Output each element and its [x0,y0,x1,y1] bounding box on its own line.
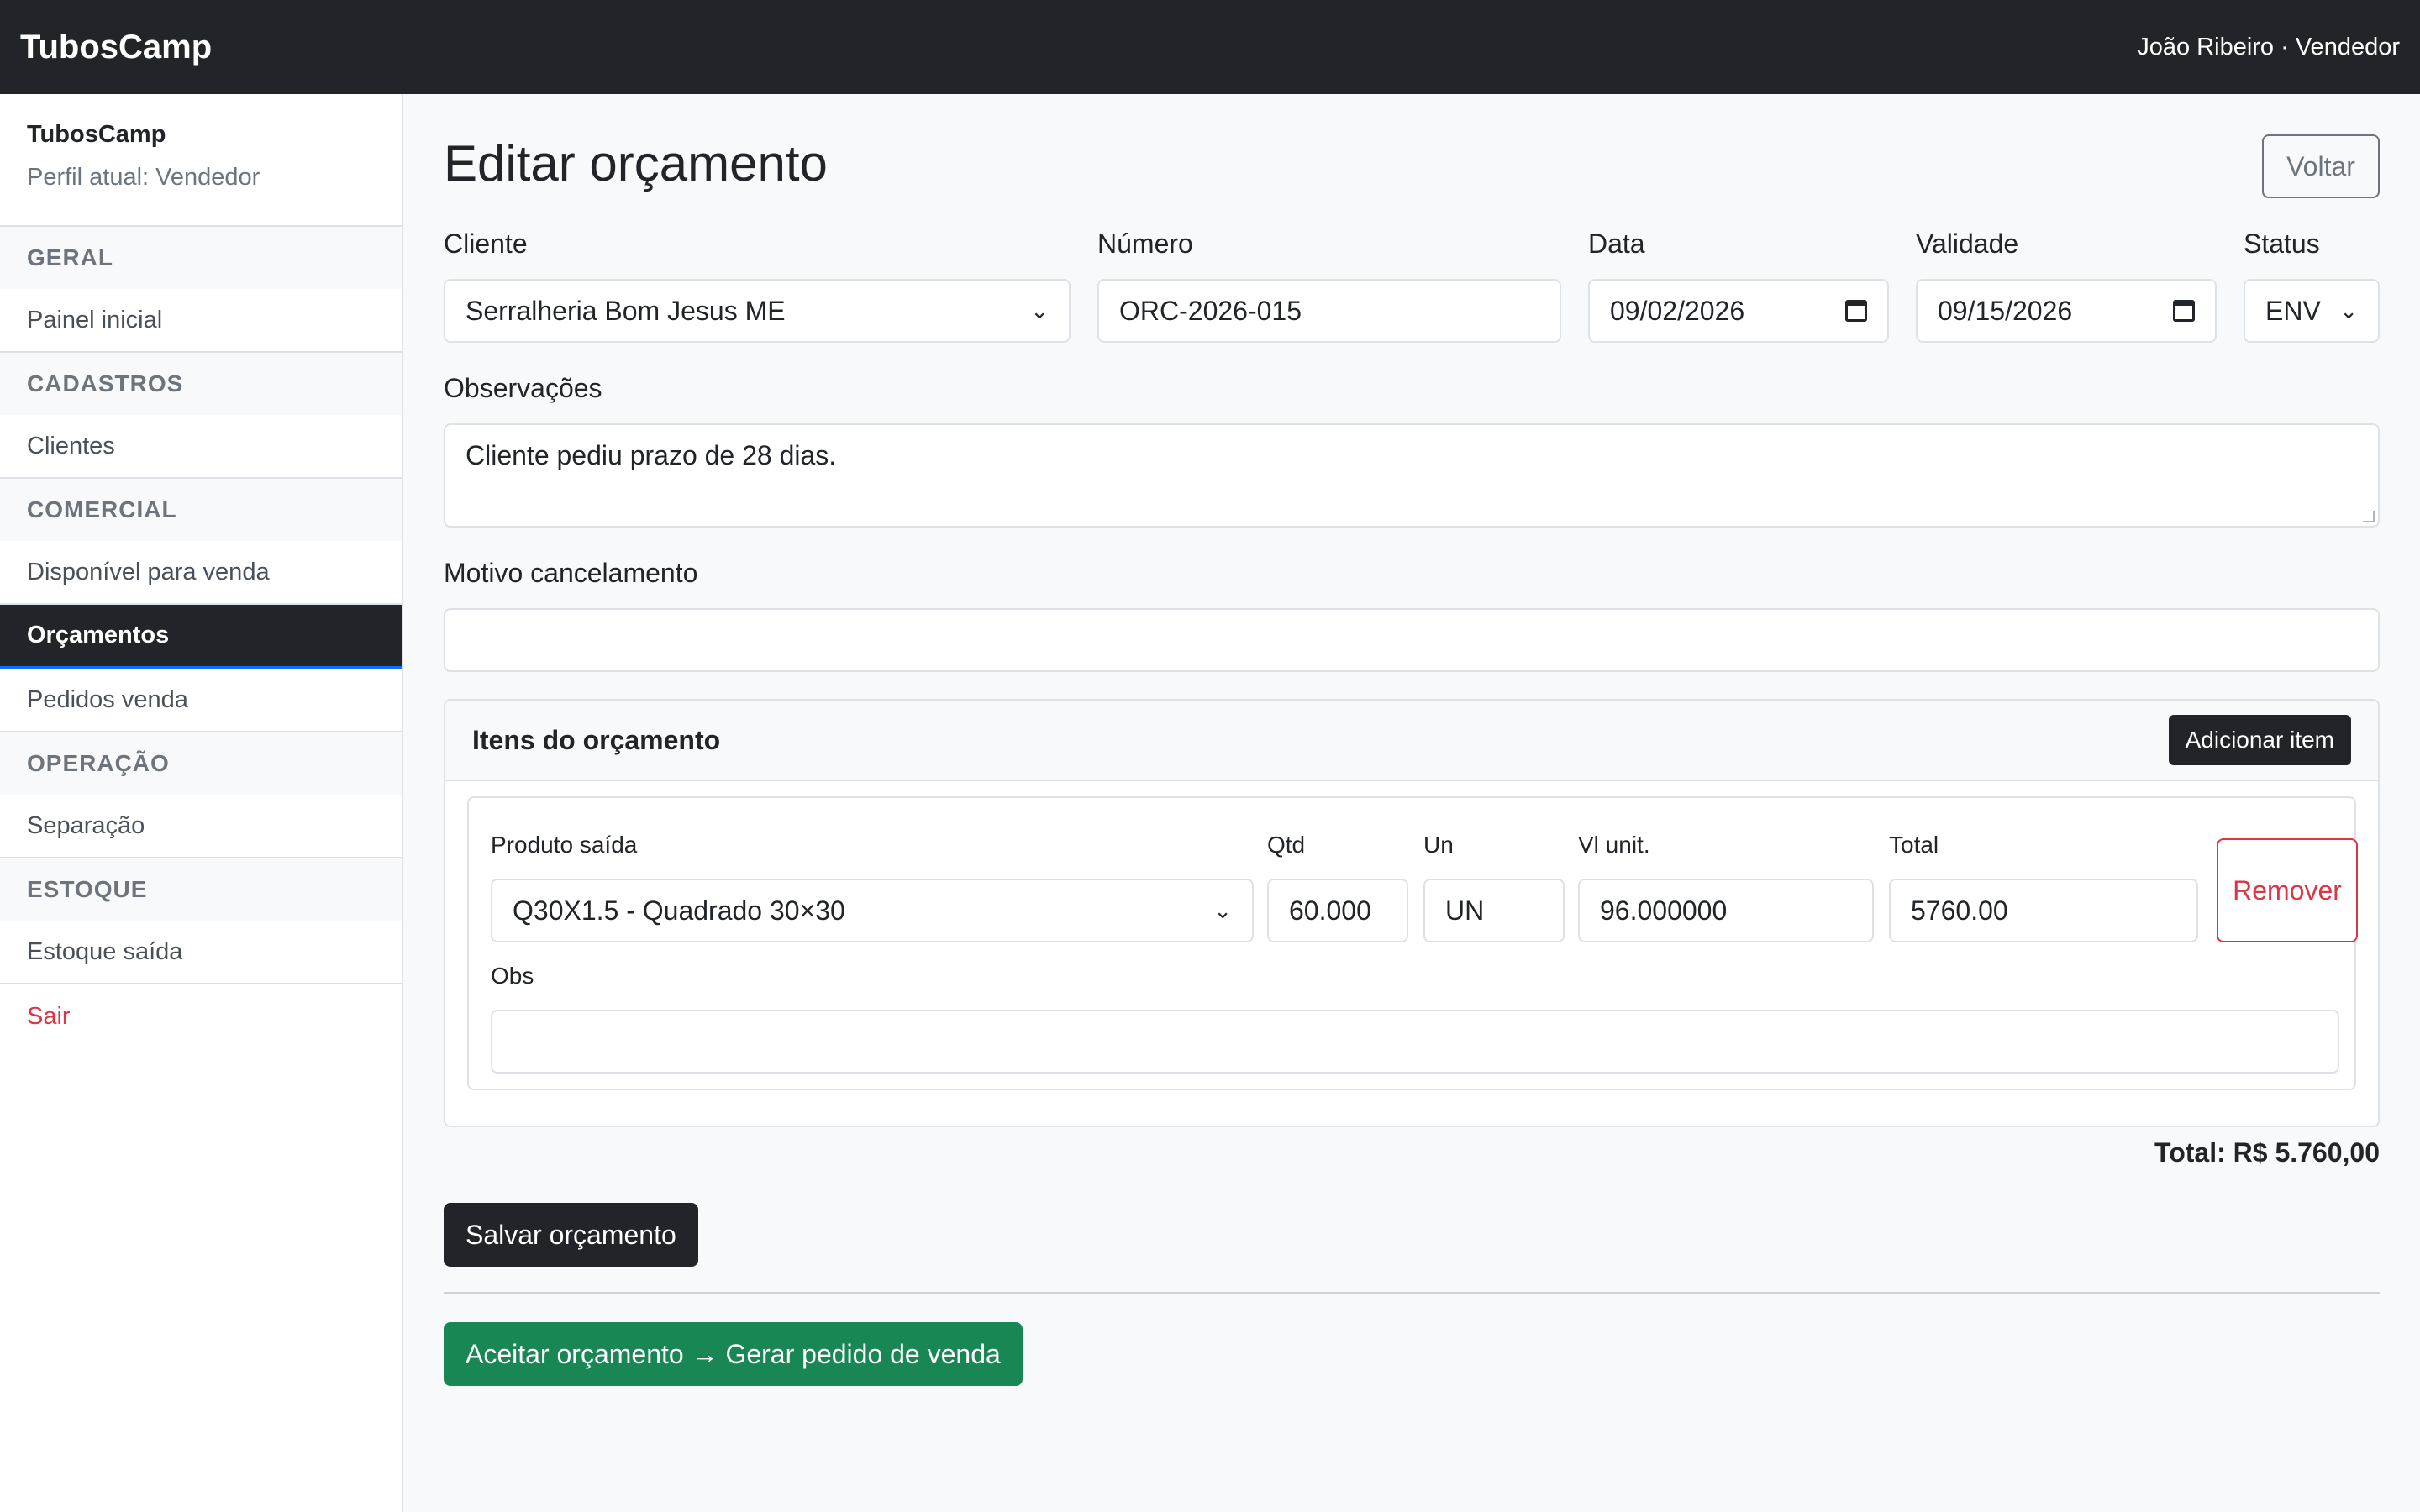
sidebar-section-estoque: ESTOQUE [0,858,402,921]
cliente-label: Cliente [444,228,528,259]
accept-quote-button[interactable]: Aceitar orçamento → Gerar pedido de vend… [444,1322,1023,1386]
sidebar-item-disponivel-venda[interactable]: Disponível para venda [0,541,402,605]
status-select-value: ENV [2265,295,2321,326]
sidebar-section-geral: GERAL [0,227,402,289]
produto-select[interactable]: Q30X1.5 - Quadrado 30×30 ⌄ [491,879,1254,942]
calendar-icon[interactable] [2173,300,2195,322]
items-card-title: Itens do orçamento [472,724,721,755]
sidebar: TubosCamp Perfil atual: Vendedor GERAL P… [0,94,403,1512]
cliente-select[interactable]: Serralheria Bom Jesus ME ⌄ [444,279,1071,343]
remove-item-button[interactable]: Remover [2217,838,2358,942]
chevron-down-icon: ⌄ [1030,297,1049,323]
back-button[interactable]: Voltar [2262,134,2380,198]
sidebar-item-separacao[interactable]: Separação [0,795,402,858]
sidebar-item-painel-inicial[interactable]: Painel inicial [0,289,402,353]
sidebar-section-cadastros: CADASTROS [0,353,402,415]
observacoes-textarea[interactable]: Cliente pediu prazo de 28 dias. [444,423,2380,528]
brand-logo[interactable]: TubosCamp [20,29,212,66]
sidebar-profile: Perfil atual: Vendedor [27,164,260,191]
numero-input[interactable]: ORC-2026-015 [1097,279,1561,343]
qtd-label: Qtd [1267,832,1306,858]
total-label: Total [1889,832,1939,858]
item-row: Produto saída Qtd Un Vl unit. Total Q30X… [467,796,2358,1090]
qtd-input[interactable]: 60.000 [1267,879,1408,942]
status-select[interactable]: ENV ⌄ [2244,279,2380,343]
sidebar-item-clientes[interactable]: Clientes [0,415,402,479]
sidebar-section-comercial: COMERCIAL [0,479,402,541]
resize-handle-icon[interactable] [2363,511,2375,522]
item-obs-input[interactable] [491,1010,2339,1074]
cliente-select-value: Serralheria Bom Jesus ME [466,295,786,326]
sidebar-item-estoque-saida[interactable]: Estoque saída [0,921,402,984]
motivo-cancelamento-input[interactable] [444,608,2380,672]
items-card-header: Itens do orçamento Adicionar item [445,701,2378,781]
total-input[interactable]: 5760.00 [1889,879,2198,942]
un-input[interactable]: UN [1423,879,1565,942]
order-total: Total: R$ 5.760,00 [2154,1137,2380,1168]
chevron-down-icon: ⌄ [1213,897,1232,923]
validade-input[interactable]: 09/15/2026 [1916,279,2217,343]
add-item-button[interactable]: Adicionar item [2168,715,2351,765]
save-button[interactable]: Salvar orçamento [444,1203,698,1267]
sidebar-item-orcamentos[interactable]: Orçamentos [0,605,402,669]
top-navbar: TubosCamp João Ribeiro · Vendedor [0,0,2420,94]
divider [444,1292,2380,1294]
motivo-cancelamento-label: Motivo cancelamento [444,558,698,588]
vl-unit-label: Vl unit. [1578,832,1650,858]
produto-select-value: Q30X1.5 - Quadrado 30×30 [513,895,845,926]
page-title: Editar orçamento [444,135,828,192]
sidebar-title: TubosCamp [27,121,166,148]
data-input[interactable]: 09/02/2026 [1588,279,1889,343]
produto-label: Produto saída [491,832,638,858]
un-label: Un [1423,832,1454,858]
calendar-icon[interactable] [1845,300,1867,322]
vl-unit-input-value: 96.000000 [1600,895,1728,926]
data-label: Data [1588,228,1645,259]
status-label: Status [2244,228,2320,259]
observacoes-value: Cliente pediu prazo de 28 dias. [466,440,837,470]
sidebar-item-pedidos-venda[interactable]: Pedidos venda [0,669,402,732]
item-obs-label: Obs [491,963,534,989]
numero-input-value: ORC-2026-015 [1119,295,1302,326]
un-input-value: UN [1445,895,1485,926]
sidebar-item-sair[interactable]: Sair [0,984,402,1048]
vl-unit-input[interactable]: 96.000000 [1578,879,1874,942]
observacoes-label: Observações [444,373,602,403]
total-input-value: 5760.00 [1911,895,2008,926]
validade-input-value: 09/15/2026 [1938,295,2073,326]
sidebar-section-operacao: OPERAÇÃO [0,732,402,795]
sidebar-header: TubosCamp Perfil atual: Vendedor [0,94,402,227]
user-info: João Ribeiro · Vendedor [2137,33,2400,60]
chevron-down-icon: ⌄ [2339,297,2358,323]
items-card: Itens do orçamento Adicionar item Produt… [444,699,2380,1127]
data-input-value: 09/02/2026 [1610,295,1745,326]
qtd-input-value: 60.000 [1289,895,1371,926]
numero-label: Número [1097,228,1193,259]
validade-label: Validade [1916,228,2019,259]
